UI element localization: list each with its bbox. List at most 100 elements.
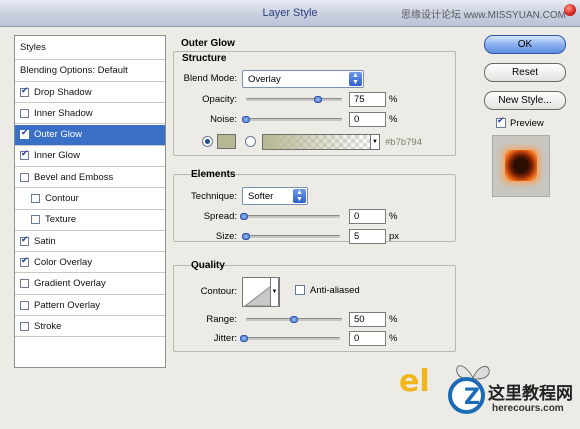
- style-preview: [492, 135, 550, 197]
- style-checkbox[interactable]: [20, 128, 29, 140]
- preview-checkbox[interactable]: [496, 116, 506, 128]
- technique-label: Technique:: [191, 191, 237, 202]
- noise-slider-thumb[interactable]: [242, 116, 250, 123]
- spread-slider-thumb[interactable]: [240, 213, 248, 220]
- styles-header-label: Styles: [20, 42, 46, 53]
- chevron-updown-icon: ▲ ▼: [349, 72, 362, 86]
- watermark-text: 思缘设计论坛 www.MISSYUAN.COM: [400, 10, 566, 21]
- color-hex-value: #b7b794: [385, 137, 422, 148]
- style-checkbox[interactable]: [20, 300, 29, 310]
- style-item-label: Pattern Overlay: [34, 299, 100, 311]
- opacity-slider-thumb[interactable]: [314, 96, 322, 103]
- panel-title: Outer Glow: [181, 38, 235, 49]
- style-item-label: Drop Shadow: [34, 86, 92, 98]
- styles-list: Styles Blending Options: Default Drop Sh…: [14, 35, 166, 368]
- logo-site-name: 这里教程网: [488, 384, 573, 404]
- technique-select[interactable]: Softer ▲ ▼: [242, 187, 308, 205]
- style-item-contour[interactable]: Contour: [15, 189, 165, 210]
- reset-button[interactable]: Reset: [484, 63, 566, 82]
- style-item-gradient-overlay[interactable]: Gradient Overlay: [15, 274, 165, 295]
- style-item-label: Gradient Overlay: [34, 278, 106, 290]
- style-item-label: Inner Shadow: [34, 107, 93, 119]
- elements-title: Elements: [191, 169, 236, 180]
- logo-el-text: el: [399, 364, 430, 399]
- blending-options-item[interactable]: Blending Options: Default: [15, 60, 165, 82]
- noise-slider[interactable]: [242, 116, 342, 123]
- gradient-radio[interactable]: [245, 136, 256, 147]
- size-input[interactable]: 5: [349, 229, 386, 244]
- size-slider[interactable]: [241, 233, 340, 240]
- style-checkbox[interactable]: [31, 215, 40, 225]
- layer-style-dialog: Styles Blending Options: Default Drop Sh…: [0, 27, 580, 429]
- style-item-outer-glow[interactable]: Outer Glow: [15, 124, 165, 146]
- chevron-updown-icon: ▲ ▼: [293, 189, 306, 203]
- style-checkbox[interactable]: [20, 149, 29, 161]
- new-style-button[interactable]: New Style...: [484, 91, 566, 110]
- logo-url: herecours.com: [492, 403, 564, 414]
- jitter-input[interactable]: 0: [349, 331, 386, 346]
- preview-label: Preview: [510, 118, 544, 129]
- spread-unit: %: [389, 211, 398, 222]
- solid-color-radio[interactable]: [202, 136, 213, 147]
- style-item-texture[interactable]: Texture: [15, 210, 165, 231]
- structure-title: Structure: [182, 53, 227, 64]
- style-item-inner-glow[interactable]: Inner Glow: [15, 146, 165, 167]
- style-item-label: Stroke: [34, 320, 62, 332]
- title-bar: Layer Style 思缘设计论坛 www.MISSYUAN.COM: [0, 0, 580, 27]
- styles-header[interactable]: Styles: [15, 36, 165, 60]
- style-checkbox[interactable]: [20, 86, 29, 97]
- size-slider-thumb[interactable]: [241, 233, 250, 240]
- style-item-bevel-and-emboss[interactable]: Bevel and Emboss: [15, 167, 165, 189]
- style-checkbox[interactable]: [20, 235, 29, 246]
- style-checkbox[interactable]: [20, 279, 29, 289]
- jitter-slider-thumb[interactable]: [240, 335, 248, 342]
- anti-aliased-label: Anti-aliased: [310, 285, 360, 296]
- opacity-label: Opacity:: [202, 94, 237, 105]
- style-item-label: Texture: [45, 214, 77, 226]
- close-icon[interactable]: [564, 4, 576, 16]
- blend-mode-select[interactable]: Overlay ▲ ▼: [242, 70, 364, 88]
- style-item-label: Color Overlay: [34, 256, 93, 268]
- spread-input[interactable]: 0: [349, 209, 386, 224]
- glow-color-swatch[interactable]: [217, 134, 236, 149]
- spread-slider[interactable]: [240, 213, 340, 220]
- contour-label: Contour:: [200, 286, 237, 297]
- range-unit: %: [389, 314, 398, 325]
- jitter-unit: %: [389, 333, 398, 344]
- blend-mode-value: Overlay: [248, 74, 281, 85]
- style-item-stroke[interactable]: Stroke: [15, 316, 165, 338]
- blend-mode-label: Blend Mode:: [183, 73, 237, 84]
- gradient-dropdown-icon[interactable]: ▼: [370, 134, 380, 150]
- range-slider-thumb[interactable]: [290, 316, 298, 323]
- anti-aliased-checkbox[interactable]: [295, 285, 305, 295]
- quality-title: Quality: [191, 260, 225, 271]
- spread-label: Spread:: [203, 211, 237, 222]
- style-item-label: Satin: [34, 235, 56, 247]
- preview-swatch: [505, 150, 537, 181]
- contour-dropdown-icon[interactable]: ▼: [270, 277, 279, 307]
- style-item-pattern-overlay[interactable]: Pattern Overlay: [15, 295, 165, 316]
- style-checkbox[interactable]: [20, 321, 29, 331]
- style-checkbox[interactable]: [20, 172, 29, 182]
- style-item-inner-shadow[interactable]: Inner Shadow: [15, 103, 165, 125]
- range-slider[interactable]: [246, 316, 342, 323]
- ok-button[interactable]: OK: [484, 35, 566, 54]
- style-item-drop-shadow[interactable]: Drop Shadow: [15, 82, 165, 103]
- technique-value: Softer: [248, 191, 274, 202]
- style-item-color-overlay[interactable]: Color Overlay: [15, 252, 165, 274]
- style-checkbox[interactable]: [31, 194, 40, 203]
- opacity-input[interactable]: 75: [349, 92, 386, 107]
- style-item-label: Bevel and Emboss: [34, 171, 114, 183]
- style-item-satin[interactable]: Satin: [15, 231, 165, 253]
- size-label: Size:: [215, 231, 237, 242]
- blending-options-label: Blending Options: Default: [20, 65, 128, 76]
- range-label: Range:: [206, 314, 237, 325]
- style-checkbox[interactable]: [20, 256, 29, 267]
- range-input[interactable]: 50: [349, 312, 386, 327]
- style-checkbox[interactable]: [20, 108, 29, 118]
- noise-input[interactable]: 0: [349, 112, 386, 127]
- jitter-slider[interactable]: [240, 335, 340, 342]
- opacity-slider[interactable]: [246, 96, 342, 103]
- logo-badge: Z: [448, 377, 485, 414]
- glow-gradient-picker[interactable]: [262, 134, 372, 150]
